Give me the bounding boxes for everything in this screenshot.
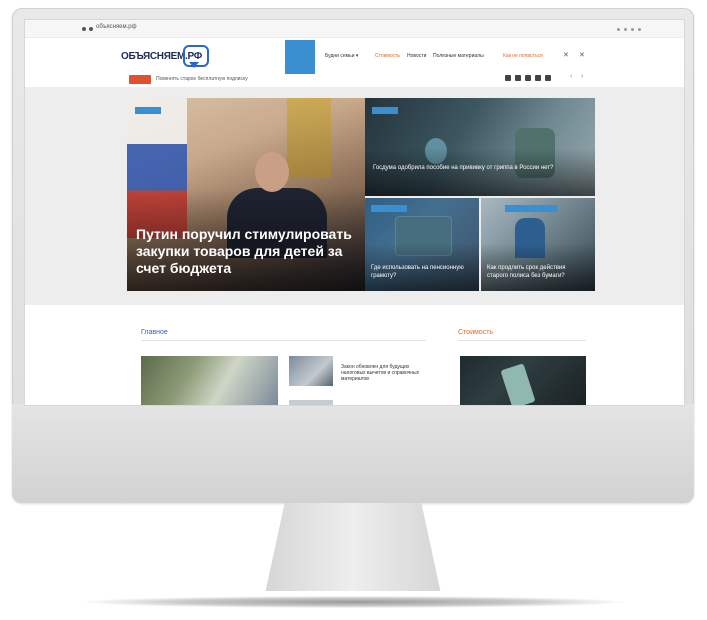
card-thumbnail[interactable] [289, 400, 333, 405]
nav-item-family[interactable]: Будни семьи ▾ [325, 53, 358, 59]
prev-arrow-icon[interactable]: ‹ [570, 73, 572, 80]
nav-item-materials[interactable]: Полезные материалы [433, 53, 484, 59]
browser-toolbar: объясняем.рф [25, 20, 684, 38]
phone-image [500, 363, 536, 405]
telegram-icon[interactable] [525, 75, 531, 81]
tile-title[interactable]: Как продлить срок действия старого полис… [487, 264, 587, 280]
tile-category-tag[interactable] [371, 205, 407, 212]
address-bar[interactable]: объясняем.рф [96, 24, 137, 30]
tile-title[interactable]: Госдума одобрила пособие на прививку от … [373, 164, 573, 172]
hero-person-head [255, 152, 289, 192]
tile-title[interactable]: Где использовать на пенсионную грамоту? [371, 264, 471, 280]
tile-gradient [365, 148, 595, 196]
menu-icon[interactable]: ✕ [579, 51, 585, 59]
nav-item-scam[interactable]: Как не попасться [503, 53, 543, 59]
featured-tile-3[interactable]: Как продлить срок действия старого полис… [481, 198, 595, 291]
section-divider [141, 340, 426, 341]
monitor-stand [265, 503, 441, 591]
featured-tile-2[interactable]: Где использовать на пенсионную грамоту? [365, 198, 479, 291]
next-arrow-icon[interactable]: › [581, 73, 583, 80]
browser-menu-icon[interactable] [617, 28, 620, 31]
hero-emblem-image [287, 98, 331, 178]
nav-item-home[interactable] [285, 40, 315, 74]
card-image-large[interactable] [141, 356, 278, 405]
browser-menu-icon[interactable] [638, 28, 641, 31]
ticker-badge [129, 75, 151, 84]
youtube-icon[interactable] [545, 75, 551, 81]
monitor-chin [12, 404, 694, 503]
reload-icon[interactable] [89, 27, 93, 31]
card-title[interactable]: Закон обновлен для будущих налоговых выч… [341, 364, 421, 382]
logo-bubble-tail [189, 62, 199, 68]
section-divider [458, 340, 586, 341]
hero-category-tag[interactable] [135, 107, 161, 114]
monitor-stand-shadow [84, 596, 624, 608]
section-title-cost[interactable]: Стоимость [458, 329, 493, 336]
ok-icon[interactable] [515, 75, 521, 81]
featured-tile-1[interactable]: Госдума одобрила пособие на прививку от … [365, 98, 595, 196]
back-icon[interactable] [82, 27, 86, 31]
dzen-icon[interactable] [535, 75, 541, 81]
site-logo[interactable]: ОБЪЯСНЯЕМ.РФ [121, 44, 218, 71]
hero-title[interactable]: Путин поручил стимулировать закупки това… [136, 226, 356, 277]
nav-item-cost[interactable]: Стоимость [375, 53, 400, 59]
tile-category-tag[interactable] [505, 205, 557, 212]
search-icon[interactable]: ✕ [563, 51, 569, 59]
browser-menu-icon[interactable] [631, 28, 634, 31]
sidebar-card-image[interactable] [460, 356, 586, 405]
hero-article[interactable]: Путин поручил стимулировать закупки това… [127, 98, 365, 291]
section-title-main[interactable]: Главное [141, 329, 168, 336]
card-thumbnail[interactable] [289, 356, 333, 386]
nav-item-news[interactable]: Новости [407, 53, 426, 59]
tile-category-tag[interactable] [372, 107, 398, 114]
vk-icon[interactable] [505, 75, 511, 81]
ticker-text[interactable]: Поменять старое бесплатную подписку [156, 76, 248, 82]
monitor-screen: объясняем.рф ОБЪЯСНЯЕМ.РФ Будни семьи ▾ … [24, 19, 685, 406]
browser-menu-icon[interactable] [624, 28, 627, 31]
